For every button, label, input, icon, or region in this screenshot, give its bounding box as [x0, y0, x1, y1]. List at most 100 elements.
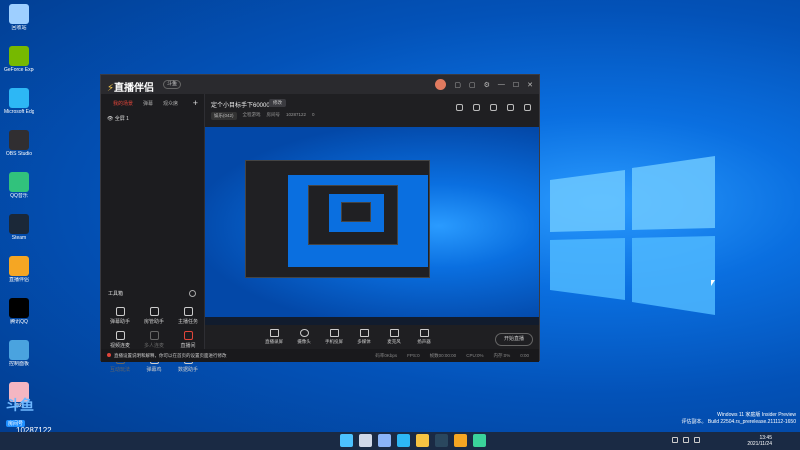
desktop-icon[interactable]: Steam [4, 214, 34, 241]
close-icon[interactable]: ✕ [527, 81, 533, 89]
screen-record-icon [269, 329, 279, 337]
screen-record-control[interactable]: 直播录屏 [261, 329, 287, 345]
tool-item[interactable]: 直播间 [171, 331, 205, 349]
system-tray [672, 437, 700, 443]
desktop-icon[interactable]: Microsoft Edge [4, 88, 34, 115]
mic-icon [389, 329, 399, 337]
explorer-icon[interactable] [416, 434, 429, 447]
title-bar-actions: ▢ ▢ ⚙ — ☐ ✕ [435, 79, 533, 90]
live-companion-window: ⚡直播伴侣 斗鱼 ▢ ▢ ⚙ — ☐ ✕ 我的场景 弹幕 观众席 + 👁 全屏 … [100, 74, 540, 373]
toolbox-grid: 弹幕助手 房管助手 主播任务 视频连麦 多人连麦 直播间 互动玩法 弹幕鸡 数据助手 [101, 307, 205, 373]
search-icon[interactable] [359, 434, 372, 447]
tray-chevron-icon[interactable] [672, 437, 678, 443]
status-stat: FPS:0 [407, 353, 420, 358]
app-icon[interactable] [473, 434, 486, 447]
minimize-icon[interactable]: — [498, 81, 505, 88]
tool-item[interactable]: 多人连麦 [137, 331, 171, 349]
control-label: 直播录屏 [265, 339, 283, 344]
status-stats: 码率0Kbps FPS:0 帧数00:00:00 CPU:0% 内存:0% 0:00 [375, 353, 529, 359]
desktop-icon[interactable]: 直播伴侣 [4, 256, 34, 283]
desktop-icon-label: Microsoft Edge [4, 109, 34, 115]
camera-control[interactable]: 摄像头 [291, 329, 317, 345]
status-bar: 直播设置说明和解释，你可以在首页的设置页面进行修改 码率0Kbps FPS:0 帧数… [101, 349, 539, 362]
speaker-control[interactable]: 扬声器 [411, 329, 437, 345]
eye-icon[interactable]: 👁 [107, 116, 113, 122]
tool-label: 直播间 [180, 343, 196, 349]
scene-item[interactable]: 👁 全屏 1 [101, 113, 204, 124]
tool-item[interactable]: 弹幕助手 [103, 307, 137, 325]
mic-control[interactable]: 麦克风 [381, 329, 407, 345]
category-sub: 全程游戏 [242, 112, 261, 117]
windows-build-info: Windows 11 家庭版 Insider Preview 评估副本。 Bui… [681, 412, 796, 426]
media-control[interactable]: 多媒体 [351, 329, 377, 345]
tool-icon [183, 331, 193, 340]
notification-icon[interactable] [507, 104, 514, 111]
maximize-icon[interactable]: ☐ [513, 81, 519, 89]
preview-taskbar [205, 317, 539, 325]
category-chip[interactable]: 娱乐(042) [211, 112, 237, 120]
toolbox-toggle[interactable] [189, 290, 196, 297]
control-label: 扬声器 [417, 339, 431, 344]
tool-item[interactable]: 视频连麦 [103, 331, 137, 349]
gift-icon[interactable]: ▢ [469, 81, 476, 89]
tool-label: 互动玩法 [109, 367, 130, 373]
tool-item[interactable]: 主播任务 [171, 307, 205, 325]
control-label: 麦克风 [387, 339, 401, 344]
control-label: 手机投屏 [325, 339, 343, 344]
room-title: 定个小目标手下60000 [211, 103, 270, 109]
tool-item[interactable]: 房管助手 [137, 307, 171, 325]
desktop-icon[interactable]: 控制面板 [4, 340, 34, 367]
tool-icon [149, 331, 159, 340]
scene-label: 全屏 1 [114, 116, 129, 122]
taskbar: 13:45 2021/11/24 [0, 432, 800, 450]
steam-icon[interactable] [435, 434, 448, 447]
layout-icon[interactable] [456, 104, 463, 111]
control-label: 摄像头 [297, 339, 311, 344]
volume-icon[interactable] [694, 437, 700, 443]
desktop-icon[interactable]: QQ音乐 [4, 172, 34, 199]
tool-icon [149, 307, 159, 316]
main-panel: 定个小目标手下60000 修改 娱乐(042) 全程游戏 房间号 1028712… [205, 94, 539, 349]
steam-icon [9, 214, 29, 234]
stream-controls: 直播录屏 摄像头 手机投屏 多媒体 麦克风 扬声器 [205, 325, 539, 349]
share-icon[interactable] [524, 104, 531, 111]
desktop-icon[interactable]: OBS Studio [4, 130, 34, 157]
desktop-icon[interactable]: GeForce Experience [4, 46, 34, 73]
media-icon [359, 329, 369, 337]
tool-label: 弹幕助手 [109, 319, 130, 325]
edge-icon[interactable] [397, 434, 410, 447]
avatar[interactable] [435, 79, 447, 90]
phone-cast-icon [329, 329, 339, 337]
room-id-label: 房间号 [266, 112, 281, 117]
clock[interactable]: 13:45 2021/11/24 [747, 435, 772, 447]
lock-icon[interactable] [473, 104, 480, 111]
fullscreen-icon[interactable] [490, 104, 497, 111]
platform-badge[interactable]: 斗鱼 [163, 80, 182, 89]
nested-window-3 [341, 202, 371, 222]
status-notice: 直播设置说明和解释，你可以在首页的设置页面进行修改 [107, 353, 227, 359]
tab-audience[interactable]: 观众席 [163, 100, 178, 107]
mouse-cursor [711, 280, 715, 286]
phone-cast-control[interactable]: 手机投屏 [321, 329, 347, 345]
stream-preview[interactable] [205, 127, 539, 325]
viewer-count: 0 [312, 112, 315, 117]
tool-icon [115, 307, 125, 316]
desktop-icon-label: QQ音乐 [10, 193, 28, 199]
tool-label: 数据助手 [177, 367, 198, 373]
message-icon[interactable]: ▢ [454, 81, 461, 89]
obs-icon [9, 130, 29, 150]
nested-preview-2 [329, 194, 384, 232]
wifi-icon[interactable] [683, 437, 689, 443]
add-scene-icon[interactable]: + [193, 98, 198, 108]
tool-label: 主播任务 [177, 319, 198, 325]
desktop-icon[interactable]: 回收站 [4, 4, 34, 31]
tab-danmaku[interactable]: 弹幕 [143, 100, 153, 107]
windows-start-icon[interactable] [340, 434, 353, 447]
start-live-button[interactable]: 开始直播 [495, 333, 533, 346]
live-companion-icon[interactable] [454, 434, 467, 447]
settings-icon[interactable]: ⚙ [484, 81, 490, 89]
widgets-icon[interactable] [378, 434, 391, 447]
edit-title-button[interactable]: 修改 [269, 99, 286, 107]
desktop-icon[interactable]: 腾讯QQ [4, 298, 34, 325]
tab-scenes[interactable]: 我的场景 [113, 100, 133, 107]
